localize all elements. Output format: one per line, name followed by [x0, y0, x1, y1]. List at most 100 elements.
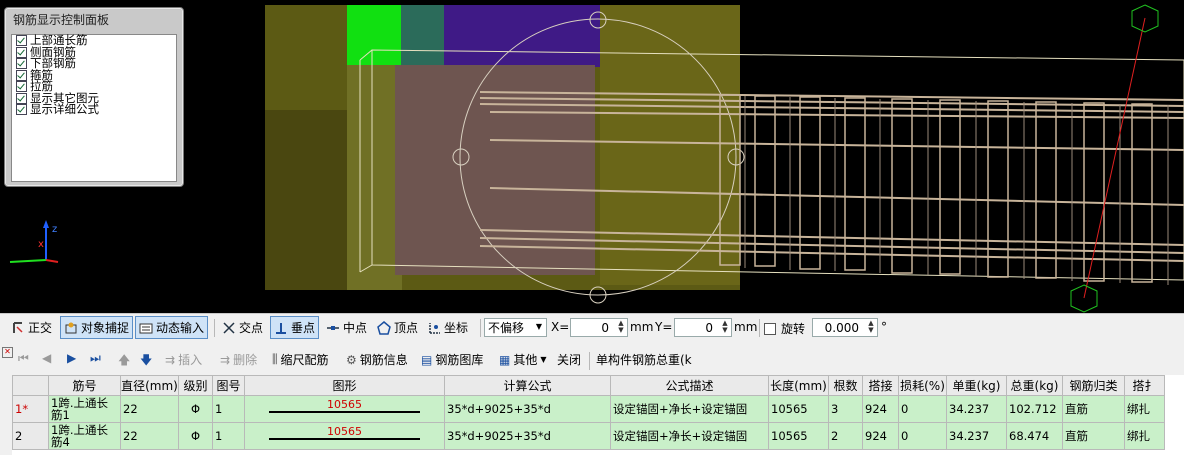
rebar-library-button[interactable]: ▤ 钢筋图库 — [421, 351, 483, 368]
grid-gutter — [0, 375, 12, 455]
move-up-icon[interactable]: 🡅 — [118, 351, 130, 372]
description-cell[interactable]: 设定锚固+净长+设定锚固 — [610, 395, 769, 423]
column-header[interactable]: 级别 — [178, 375, 213, 396]
intersection-button[interactable]: 交点 — [219, 317, 266, 338]
formula-cell[interactable]: 35*d+9025+35*d — [444, 422, 611, 450]
delete-button[interactable]: ⇉ 删除 — [220, 351, 257, 368]
total-weight-cell[interactable]: 102.712 — [1006, 395, 1063, 423]
x-input[interactable]: 0 ▲ ▼ — [570, 318, 628, 337]
column-header[interactable]: 搭扌 — [1124, 375, 1165, 396]
checkbox-detail-formula[interactable]: 显示详细公式 — [16, 104, 176, 116]
shape-cell[interactable]: 10565 — [244, 422, 445, 450]
column-header[interactable]: 计算公式 — [444, 375, 611, 396]
column-header[interactable]: 图号 — [212, 375, 245, 396]
table-row[interactable]: 2 1跨.上通长筋4 22 Φ 1 10565 35*d+9025+35*d 设… — [12, 422, 1165, 450]
shape-cell[interactable]: 10565 — [244, 395, 445, 423]
category-cell[interactable]: 直筋 — [1062, 422, 1125, 450]
rebar-info-button[interactable]: ⚙ 钢筋信息 — [346, 351, 408, 368]
insert-button[interactable]: ⇉ 插入 — [165, 351, 202, 368]
loss-cell[interactable]: 0 — [898, 422, 947, 450]
grade-cell[interactable]: Φ — [178, 422, 213, 450]
row-index[interactable]: 2 — [12, 422, 49, 450]
coordinate-button[interactable]: 坐标 — [424, 317, 471, 338]
x-spinner[interactable]: ▲ ▼ — [616, 320, 626, 335]
column-header[interactable]: 公式描述 — [610, 375, 769, 396]
scale-rebar-icon: ⫼ — [272, 352, 278, 366]
snap-icon — [65, 322, 77, 333]
perpendicular-button[interactable]: 垂点 — [270, 316, 320, 339]
svg-text:x: x — [38, 239, 44, 250]
rebar-edit-toolbar: ✕ ⏮ ◀ ▶ ⏭ 🡅 🡇 ⇉ 插入 ⇉ 删除 ⫼ 缩尺配筋 ⚙ 钢筋信息 ▤ 钢筋图库 … — [0, 343, 1184, 374]
description-cell[interactable]: 设定锚固+净长+设定锚固 — [610, 422, 769, 450]
column-header[interactable]: 长度(mm) — [768, 375, 829, 396]
category-cell[interactable]: 直筋 — [1062, 395, 1125, 423]
vertex-button[interactable]: 顶点 — [374, 317, 421, 338]
column-header[interactable]: 图形 — [244, 375, 445, 396]
move-down-icon[interactable]: 🡇 — [140, 351, 152, 372]
row-index[interactable]: 1* — [12, 395, 49, 423]
formula-cell[interactable]: 35*d+9025+35*d — [444, 395, 611, 423]
figure-cell[interactable]: 1 — [212, 422, 245, 450]
lap-type-cell[interactable]: 绑扎 — [1124, 395, 1165, 423]
next-record-icon[interactable]: ▶ — [67, 351, 76, 365]
diameter-cell[interactable]: 22 — [120, 422, 179, 450]
offset-select[interactable]: 不偏移 ▼ — [484, 318, 547, 337]
last-record-icon[interactable]: ⏭ — [90, 351, 101, 366]
dynamic-input-button[interactable]: 动态输入 — [135, 316, 209, 339]
unit-weight-cell[interactable]: 34.237 — [946, 395, 1007, 423]
olive-upper-left — [347, 65, 402, 290]
length-cell[interactable]: 10565 — [768, 395, 829, 423]
close-button[interactable]: 关闭 — [557, 351, 581, 368]
count-cell[interactable]: 3 — [828, 395, 863, 423]
figure-cell[interactable]: 1 — [212, 395, 245, 423]
checkbox-icon[interactable] — [16, 69, 27, 81]
column-header[interactable]: 根数 — [828, 375, 863, 396]
total-weight-cell[interactable]: 68.474 — [1006, 422, 1063, 450]
column-header[interactable]: 直径(mm) — [120, 375, 179, 396]
rotate-spinner[interactable]: ▲ ▼ — [866, 320, 876, 335]
component-total-weight[interactable]: 单构件钢筋总重(k — [596, 351, 692, 368]
keyboard-icon — [139, 323, 153, 333]
rotate-checkbox[interactable] — [764, 323, 776, 335]
column-header[interactable]: 总重(kg) — [1006, 375, 1063, 396]
column-header[interactable]: 搭接 — [862, 375, 899, 396]
rotate-input[interactable]: 0.000 ▲ ▼ — [812, 318, 878, 337]
column-header[interactable]: 单重(kg) — [946, 375, 1007, 396]
chevron-down-icon[interactable]: ▼ — [536, 322, 542, 331]
first-record-icon[interactable]: ⏮ — [18, 351, 29, 366]
checkbox-icon[interactable] — [16, 81, 27, 93]
table-row[interactable]: 1* 1跨.上通长筋1 22 Φ 1 10565 35*d+9025+35*d … — [12, 395, 1165, 423]
count-cell[interactable]: 2 — [828, 422, 863, 450]
lap-cell[interactable]: 924 — [862, 395, 899, 423]
object-snap-button[interactable]: 对象捕捉 — [60, 316, 134, 339]
lap-cell[interactable]: 924 — [862, 422, 899, 450]
checkbox-icon[interactable] — [16, 92, 27, 104]
unit-weight-cell[interactable]: 34.237 — [946, 422, 1007, 450]
column-header[interactable]: 筋号 — [48, 375, 121, 396]
column-header[interactable]: 损耗(%) — [898, 375, 947, 396]
checkbox-icon[interactable] — [16, 58, 27, 70]
checkbox-icon[interactable] — [16, 104, 27, 116]
y-spinner[interactable]: ▲ ▼ — [720, 320, 730, 335]
rebar-name-cell[interactable]: 1跨.上通长筋1 — [48, 395, 121, 423]
3d-viewport[interactable]: x z 钢筋显示控制面板 上部通长筋 侧面钢筋 下部钢筋 箍筋 拉筋 显示其它图… — [0, 0, 1184, 313]
checkbox-icon[interactable] — [16, 35, 27, 47]
scale-rebar-button[interactable]: ⫼ 缩尺配筋 — [272, 351, 329, 368]
prev-record-icon[interactable]: ◀ — [42, 351, 51, 365]
length-cell[interactable]: 10565 — [768, 422, 829, 450]
ortho-button[interactable]: 正交 — [8, 317, 55, 338]
y-input[interactable]: 0 ▲ ▼ — [674, 318, 732, 337]
lap-type-cell[interactable]: 绑扎 — [1124, 422, 1165, 450]
close-icon[interactable]: ✕ — [2, 347, 13, 358]
column-header[interactable]: 钢筋归类 — [1062, 375, 1125, 396]
midpoint-button[interactable]: 中点 — [323, 317, 370, 338]
diameter-cell[interactable]: 22 — [120, 395, 179, 423]
other-menu-button[interactable]: ▦ 其他 ▼ — [499, 351, 547, 368]
coordinate-icon — [429, 322, 440, 334]
grade-cell[interactable]: Φ — [178, 395, 213, 423]
rebar-name-cell[interactable]: 1跨.上通长筋4 — [48, 422, 121, 450]
loss-cell[interactable]: 0 — [898, 395, 947, 423]
ortho-label: 正交 — [28, 321, 53, 335]
checkbox-icon[interactable] — [16, 46, 27, 58]
green-box — [347, 5, 401, 65]
